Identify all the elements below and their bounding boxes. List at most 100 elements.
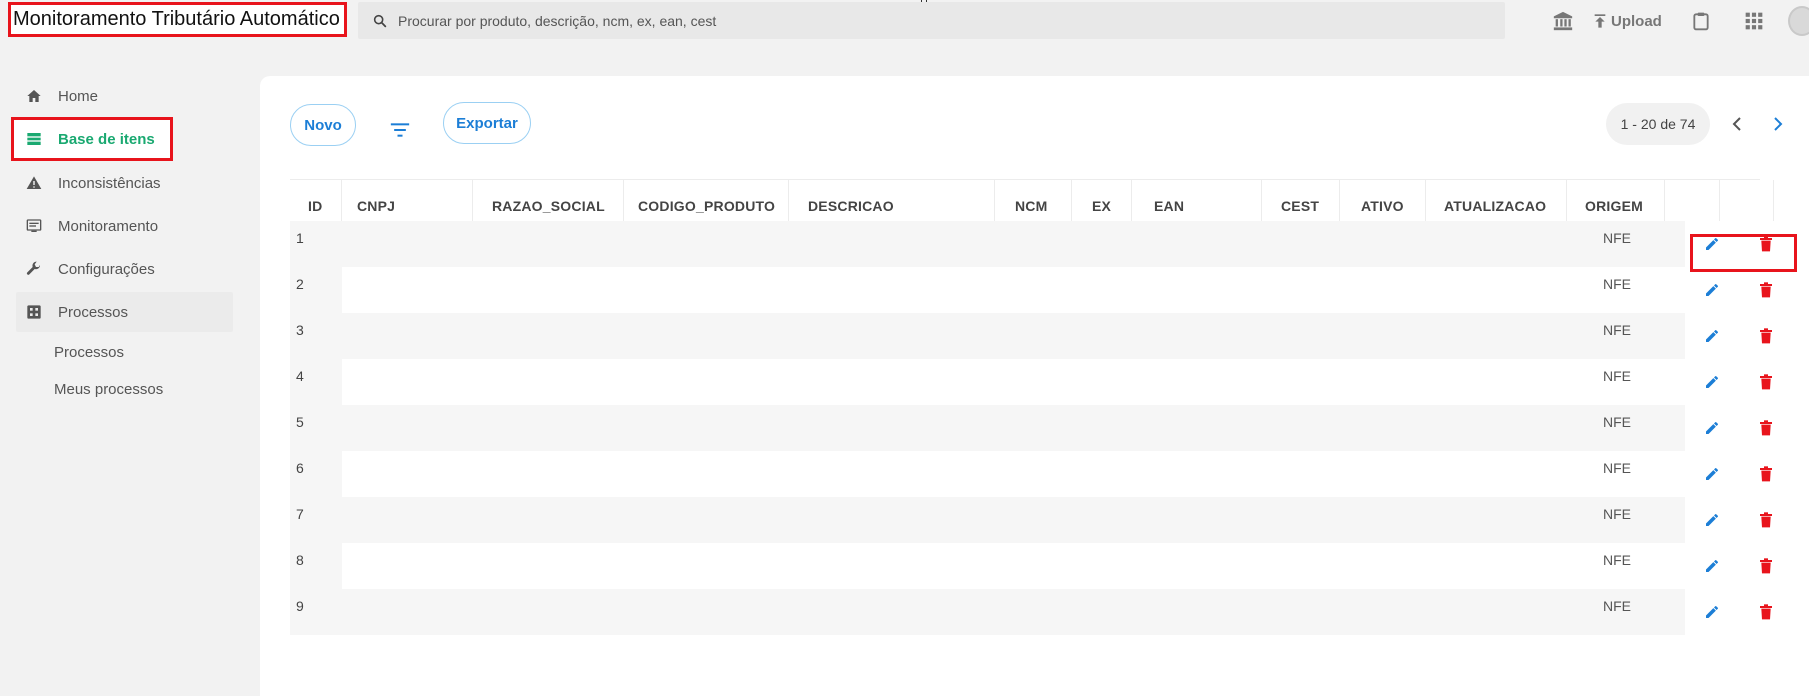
main-panel: Novo Exportar 1 - 20 de 74 ID CNPJ RAZAO… <box>260 76 1809 696</box>
processes-icon <box>24 302 44 322</box>
cell-origem: NFE <box>1603 598 1631 614</box>
cell-origem: NFE <box>1603 322 1631 338</box>
sidebar-item-label: Home <box>58 87 99 105</box>
cell-id: 6 <box>290 451 342 497</box>
new-button[interactable]: Novo <box>290 104 356 146</box>
delete-button[interactable] <box>1739 405 1793 451</box>
trash-icon <box>1760 374 1772 390</box>
table-row[interactable]: 6 NFE <box>290 451 1793 497</box>
pagination-label: 1 - 20 de 74 <box>1606 103 1710 145</box>
page: Monitoramento Tributário Automático Proc… <box>0 0 1809 696</box>
bank-button[interactable] <box>1552 8 1574 34</box>
edit-button[interactable] <box>1685 589 1739 635</box>
cell-origem: NFE <box>1603 368 1631 384</box>
edit-button[interactable] <box>1685 543 1739 589</box>
trash-icon <box>1760 420 1772 436</box>
search-box[interactable] <box>358 2 1505 39</box>
pencil-icon <box>1706 238 1718 250</box>
cell-id: 1 <box>290 221 342 267</box>
pencil-icon <box>1706 468 1718 480</box>
search-icon <box>373 14 387 28</box>
cell-origem: NFE <box>1603 506 1631 522</box>
trash-icon <box>1760 604 1772 620</box>
trash-icon <box>1760 466 1772 482</box>
cell-id: 5 <box>290 405 342 451</box>
cell-id: 7 <box>290 497 342 543</box>
sidebar-item-label: Processos <box>58 303 129 321</box>
cell-origem: NFE <box>1603 230 1631 246</box>
filter-icon <box>390 123 410 137</box>
table-row[interactable]: 1 NFE <box>290 221 1793 267</box>
delete-button[interactable] <box>1739 267 1793 313</box>
table-row[interactable]: 3 NFE <box>290 313 1793 359</box>
upload-label: Upload <box>1611 12 1662 30</box>
clipboard-button[interactable] <box>1691 8 1711 34</box>
cell-origem: NFE <box>1603 552 1631 568</box>
avatar[interactable] <box>1788 6 1809 36</box>
sidebar-item-label: Configurações <box>58 260 155 278</box>
cell-id: 9 <box>290 589 342 635</box>
chevron-left-icon <box>1732 117 1741 131</box>
pencil-icon <box>1706 376 1718 388</box>
table-row[interactable]: 8 NFE <box>290 543 1793 589</box>
table-row[interactable]: 9 NFE <box>290 589 1793 635</box>
table-row[interactable]: 7 NFE <box>290 497 1793 543</box>
edit-button[interactable] <box>1685 497 1739 543</box>
edit-button[interactable] <box>1685 313 1739 359</box>
trash-icon <box>1760 558 1772 574</box>
delete-button[interactable] <box>1739 221 1793 267</box>
pencil-icon <box>1706 606 1718 618</box>
wrench-icon <box>24 259 44 279</box>
app-title: Monitoramento Tributário Automático <box>8 2 347 37</box>
pencil-icon <box>1706 422 1718 434</box>
delete-button[interactable] <box>1739 497 1793 543</box>
sidebar-item-home[interactable]: Home <box>16 76 233 116</box>
pencil-icon <box>1706 330 1718 342</box>
chevron-right-icon <box>1774 117 1783 131</box>
home-icon <box>24 86 44 106</box>
sidebar-item-base-de-itens[interactable]: Base de itens <box>11 117 173 161</box>
edit-button[interactable] <box>1685 267 1739 313</box>
delete-button[interactable] <box>1739 359 1793 405</box>
monitor-list-icon <box>24 216 44 236</box>
sidebar-item-configuracoes[interactable]: Configurações <box>16 249 233 289</box>
sidebar-subitem-meus-processos[interactable]: Meus processos <box>54 375 163 403</box>
delete-button[interactable] <box>1739 451 1793 497</box>
upload-icon <box>1594 14 1606 28</box>
trash-icon <box>1760 512 1772 528</box>
delete-button[interactable] <box>1739 543 1793 589</box>
sidebar-item-inconsistencias[interactable]: Inconsistências <box>16 163 233 203</box>
items-table: ID CNPJ RAZAO_SOCIAL CODIGO_PRODUTO DESC… <box>290 179 1809 696</box>
trash-icon <box>1760 282 1772 298</box>
cell-id: 3 <box>290 313 342 359</box>
bank-icon <box>1553 11 1573 31</box>
sidebar-item-label: Monitoramento <box>58 217 159 235</box>
prev-page-button[interactable] <box>1723 110 1751 138</box>
sidebar-item-processos[interactable]: Processos <box>16 292 233 332</box>
edit-button[interactable] <box>1685 405 1739 451</box>
upload-button[interactable]: Upload <box>1592 8 1662 34</box>
search-input[interactable] <box>398 2 1488 39</box>
apps-grid-icon <box>1745 12 1763 30</box>
sidebar-subitem-processos[interactable]: Processos <box>54 338 124 366</box>
cell-origem: NFE <box>1603 460 1631 476</box>
export-button[interactable]: Exportar <box>443 102 531 144</box>
cell-id: 8 <box>290 543 342 589</box>
cell-origem: NFE <box>1603 414 1631 430</box>
edit-button[interactable] <box>1685 221 1739 267</box>
edit-button[interactable] <box>1685 451 1739 497</box>
delete-button[interactable] <box>1739 589 1793 635</box>
filter-button[interactable] <box>384 114 416 146</box>
sidebar-item-monitoramento[interactable]: Monitoramento <box>16 206 233 246</box>
database-icon <box>24 129 44 149</box>
warning-icon <box>24 173 44 193</box>
edit-button[interactable] <box>1685 359 1739 405</box>
next-page-button[interactable] <box>1764 110 1792 138</box>
top-bar: Monitoramento Tributário Automático Proc… <box>0 0 1809 42</box>
table-row[interactable]: 2 NFE <box>290 267 1793 313</box>
table-row[interactable]: 5 NFE <box>290 405 1793 451</box>
table-row[interactable]: 4 NFE <box>290 359 1793 405</box>
apps-button[interactable] <box>1744 8 1764 34</box>
trash-icon <box>1760 236 1772 252</box>
delete-button[interactable] <box>1739 313 1793 359</box>
